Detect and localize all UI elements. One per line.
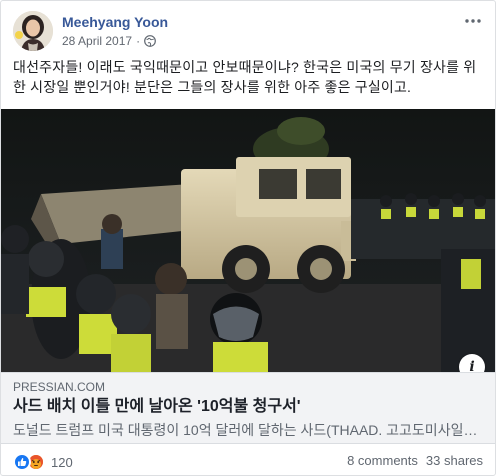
post-footer: 120 8 comments 33 shares [13,453,483,473]
author-name[interactable]: Meehyang Yoon [62,14,168,30]
link-domain: PRESSIAN.COM [13,380,106,394]
post-text: 대선주자들! 이래도 국익때문이고 안보때문이냐? 한국은 미국의 무기 장사를… [13,59,477,95]
post-meta: 28 April 2017 · [62,34,156,48]
link-preview-image[interactable]: i [1,109,495,372]
reaction-count: 120 [51,454,73,470]
avatar[interactable] [13,11,53,51]
post-header: Meehyang Yoon 28 April 2017 · [13,11,483,55]
link-preview-card[interactable]: PRESSIAN.COM 사드 배치 이틀 만에 날아온 '10억불 청구서' … [1,372,495,444]
shares-count[interactable]: 33 shares [426,453,483,468]
like-icon [13,453,31,471]
comments-count[interactable]: 8 comments [347,453,418,468]
link-title[interactable]: 사드 배치 이틀 만에 날아온 '10억불 청구서' [13,396,483,418]
meta-separator: · [136,34,141,48]
facebook-post: Meehyang Yoon 28 April 2017 · 대선주자들! 이래도… [0,0,496,476]
globe-icon[interactable] [144,35,156,47]
link-description: 도널드 트럼프 미국 대통령이 10억 달러에 달하는 사드(THAAD. 고고… [13,422,483,438]
reaction-summary[interactable]: 120 [13,453,73,471]
engagement-counts: 8 comments 33 shares [339,453,483,468]
post-date[interactable]: 28 April 2017 [62,34,132,48]
ellipsis-icon[interactable] [463,11,483,31]
